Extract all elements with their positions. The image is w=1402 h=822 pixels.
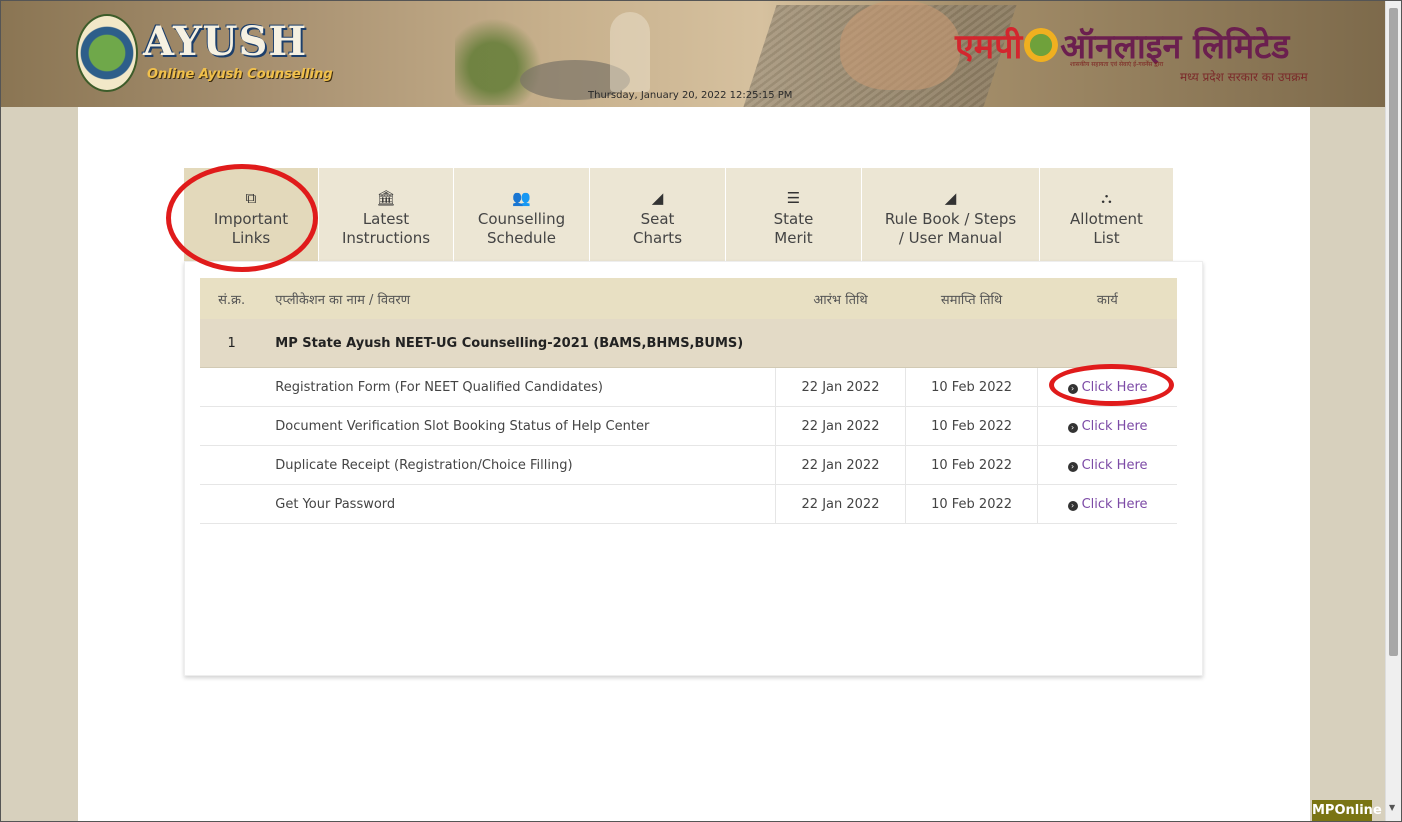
sitemap-icon: ⛬ — [1101, 188, 1112, 207]
click-here-link[interactable]: › Click Here — [1067, 379, 1148, 395]
link-label: Click Here — [1081, 418, 1148, 434]
ayush-logo-icon[interactable] — [76, 14, 138, 92]
vertical-scrollbar[interactable]: ▼ — [1385, 0, 1401, 822]
link-label: Click Here — [1081, 496, 1148, 512]
tab-bar: ⧉ Important Links 🏛 Latest Instructions … — [184, 168, 1174, 267]
scrollbar-thumb[interactable] — [1389, 8, 1398, 656]
row-name: Duplicate Receipt (Registration/Choice F… — [263, 445, 776, 485]
institution-icon: 🏛 — [376, 188, 396, 207]
right-background — [1310, 107, 1385, 822]
external-link-icon: ⧉ — [245, 188, 257, 207]
row-sr — [200, 406, 264, 446]
mp-tagline: मध्य प्रदेश सरकार का उपक्रम — [1180, 70, 1308, 84]
row-start-date: 22 Jan 2022 — [774, 445, 906, 485]
link-label: Click Here — [1081, 457, 1148, 473]
tab-rule-book[interactable]: ◢ Rule Book / Steps / User Manual — [862, 168, 1040, 267]
left-background — [0, 107, 78, 822]
tab-seat-charts[interactable]: ◢ Seat Charts — [590, 168, 726, 267]
yoga-figure-decoration — [610, 12, 650, 92]
area-chart-icon: ◢ — [944, 188, 957, 207]
table-header-row: सं.क्र. एप्लीकेशन का नाम / विवरण आरंभ ति… — [200, 278, 1177, 319]
links-table: सं.क्र. एप्लीकेशन का नाम / विवरण आरंभ ति… — [200, 278, 1177, 524]
col-header-end: समाप्ति तिथि — [905, 278, 1038, 319]
tab-latest-instructions[interactable]: 🏛 Latest Instructions — [319, 168, 454, 267]
tab-label: Counselling Schedule — [477, 209, 566, 247]
row-end-date: 10 Feb 2022 — [905, 367, 1038, 407]
tab-label: Rule Book / Steps / User Manual — [884, 209, 1017, 247]
row-end-date: 10 Feb 2022 — [905, 484, 1038, 524]
row-action: › Click Here — [1037, 484, 1177, 524]
table-group-row: 1 MP State Ayush NEET-UG Counselling-202… — [200, 319, 1177, 368]
row-name: Registration Form (For NEET Qualified Ca… — [263, 367, 776, 407]
arrow-circle-icon: › — [1067, 500, 1078, 511]
tab-allotment-list[interactable]: ⛬ Allotment List — [1040, 168, 1174, 267]
row-end-date: 10 Feb 2022 — [905, 445, 1038, 485]
row-action: › Click Here — [1037, 367, 1177, 407]
link-label: Click Here — [1081, 379, 1148, 395]
tab-counselling-schedule[interactable]: 👥 Counselling Schedule — [454, 168, 590, 267]
mp-tagline-small: शासकीय सहायता एवं सेवाएं ई-गवर्नेंस द्वा… — [1070, 61, 1164, 68]
mponline-badge[interactable]: MPOnline — [1312, 800, 1382, 822]
row-action: › Click Here — [1037, 406, 1177, 446]
important-links-panel: सं.क्र. एप्लीकेशन का नाम / विवरण आरंभ ति… — [184, 261, 1203, 676]
row-name: Document Verification Slot Booking Statu… — [263, 406, 776, 446]
mp-seal-icon — [1024, 28, 1059, 62]
area-chart-icon: ◢ — [651, 188, 664, 207]
row-end-date: 10 Feb 2022 — [905, 406, 1038, 446]
scroll-down-icon[interactable]: ▼ — [1389, 803, 1395, 812]
col-header-action: कार्य — [1037, 278, 1177, 319]
tab-label: Allotment List — [1070, 209, 1143, 247]
arrow-circle-icon: › — [1067, 383, 1078, 394]
table-row: Duplicate Receipt (Registration/Choice F… — [200, 445, 1177, 485]
group-sr: 1 — [200, 319, 264, 368]
table-row: Get Your Password 22 Jan 2022 10 Feb 202… — [200, 484, 1177, 524]
main-content: ⧉ Important Links 🏛 Latest Instructions … — [78, 107, 1310, 822]
tab-important-links[interactable]: ⧉ Important Links — [184, 168, 319, 267]
row-start-date: 22 Jan 2022 — [774, 484, 906, 524]
row-action: › Click Here — [1037, 445, 1177, 485]
site-header: AYUSH Online Ayush Counselling Thursday,… — [0, 0, 1385, 107]
arrow-circle-icon: › — [1067, 422, 1078, 433]
click-here-link[interactable]: › Click Here — [1067, 496, 1148, 512]
col-header-name: एप्लीकेशन का नाम / विवरण — [263, 278, 776, 319]
tab-state-merit[interactable]: ☰ State Merit — [726, 168, 862, 267]
row-start-date: 22 Jan 2022 — [774, 367, 906, 407]
brand-title: AYUSH — [143, 18, 308, 65]
mp-brand-prefix: एमपी — [955, 27, 1023, 67]
brand-subtitle: Online Ayush Counselling — [147, 67, 333, 82]
click-here-link[interactable]: › Click Here — [1067, 457, 1148, 473]
col-header-sr: सं.क्र. — [200, 278, 264, 319]
tab-label: State Merit — [773, 209, 814, 247]
row-name: Get Your Password — [263, 484, 776, 524]
table-row: Document Verification Slot Booking Statu… — [200, 406, 1177, 446]
click-here-link[interactable]: › Click Here — [1067, 418, 1148, 434]
users-icon: 👥 — [512, 188, 531, 207]
arrow-circle-icon: › — [1067, 461, 1078, 472]
tab-label: Important Links — [213, 209, 289, 247]
current-datetime: Thursday, January 20, 2022 12:25:15 PM — [588, 90, 793, 101]
row-start-date: 22 Jan 2022 — [774, 406, 906, 446]
tab-label: Latest Instructions — [341, 209, 431, 247]
row-sr — [200, 367, 264, 407]
tab-label: Seat Charts — [632, 209, 683, 247]
table-row: Registration Form (For NEET Qualified Ca… — [200, 367, 1177, 407]
hands-decoration — [840, 0, 960, 90]
list-ol-icon: ☰ — [786, 188, 801, 207]
col-header-start: आरंभ तिथि — [775, 278, 906, 319]
row-sr — [200, 445, 264, 485]
group-title: MP State Ayush NEET-UG Counselling-2021 … — [263, 319, 1177, 368]
row-sr — [200, 484, 264, 524]
